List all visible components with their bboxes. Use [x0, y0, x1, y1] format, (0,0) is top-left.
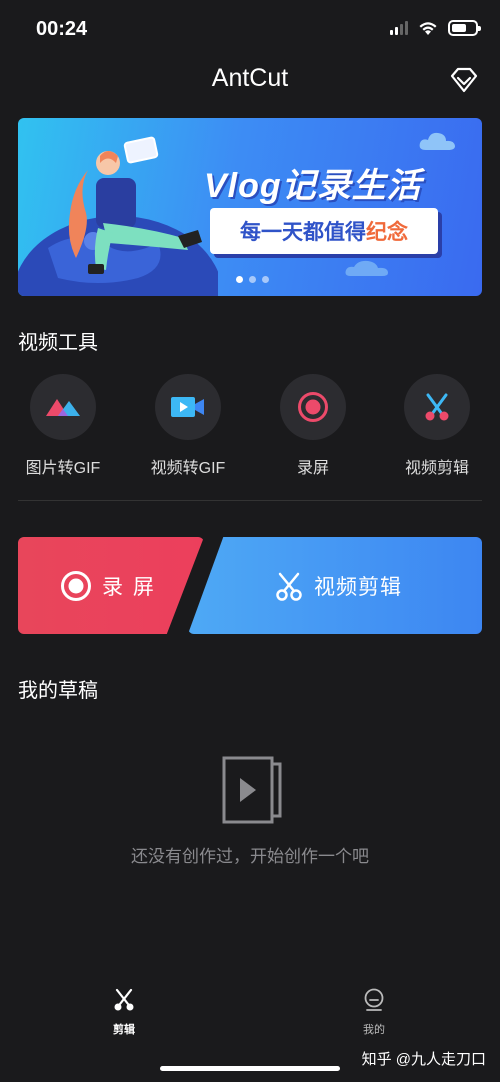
bottom-tab-bar: 剪辑 我的 — [0, 988, 500, 1048]
diamond-icon[interactable] — [448, 64, 480, 96]
edit-button-label: 视频剪辑 — [314, 575, 402, 599]
video-camera-icon — [171, 397, 204, 417]
profile-icon — [364, 988, 384, 1011]
banner-subline-main: 每一天都值得 — [240, 221, 366, 244]
tool-icon-circle — [280, 374, 346, 440]
promo-banner[interactable]: Vlog记录生活 每一天都值得 纪念 — [18, 118, 482, 296]
pagination-dot[interactable] — [262, 276, 269, 283]
status-icons — [390, 20, 481, 36]
tab-edit[interactable]: 剪辑 — [84, 988, 164, 1037]
scissors-icon — [425, 393, 449, 421]
pagination-dot[interactable] — [249, 276, 256, 283]
tab-label: 剪辑 — [113, 1024, 135, 1036]
tool-video-to-gif[interactable]: 视频转GIF — [133, 374, 243, 478]
empty-drafts-text: 还没有创作过，开始创作一个吧 — [131, 847, 369, 866]
tool-icon-circle — [155, 374, 221, 440]
action-buttons: 录 屏 视频剪辑 — [18, 537, 482, 634]
status-time: 00:24 — [36, 18, 88, 40]
tool-screen-record[interactable]: 录屏 — [258, 374, 368, 478]
record-button-label: 录 屏 — [102, 575, 156, 599]
record-icon — [61, 570, 91, 601]
image-icon — [46, 399, 80, 416]
tool-label: 视频转GIF — [150, 460, 226, 477]
tab-label: 我的 — [363, 1024, 385, 1036]
wifi-icon — [419, 21, 437, 35]
tool-label: 图片转GIF — [25, 460, 101, 477]
tool-image-to-gif[interactable]: 图片转GIF — [8, 374, 118, 478]
banner-headline: Vlog记录生活 — [204, 167, 422, 205]
tools-section-title: 视频工具 — [18, 332, 98, 354]
section-divider — [18, 500, 482, 501]
empty-video-icon — [222, 756, 282, 824]
home-indicator[interactable] — [160, 1066, 340, 1071]
banner-illustration — [18, 136, 218, 296]
record-screen-button[interactable]: 录 屏 — [18, 537, 204, 634]
drafts-empty-state — [0, 754, 500, 831]
video-edit-button[interactable]: 视频剪辑 — [188, 537, 482, 634]
tab-profile[interactable]: 我的 — [334, 988, 414, 1037]
tool-label: 视频剪辑 — [404, 460, 469, 477]
banner-subline: 每一天都值得 纪念 — [210, 208, 438, 254]
drafts-section-title: 我的草稿 — [18, 680, 98, 702]
banner-pagination — [236, 276, 269, 283]
cloud-icon — [419, 132, 455, 150]
status-bar: 00:24 — [0, 0, 500, 56]
tool-icon-circle — [404, 374, 470, 440]
scissors-icon — [276, 572, 302, 601]
battery-icon — [448, 20, 481, 36]
tool-icon-circle — [30, 374, 96, 440]
pagination-dot[interactable] — [236, 276, 243, 283]
banner-subline-accent: 纪念 — [366, 221, 408, 244]
watermark-text: 知乎 @九人走刀口 — [361, 1051, 486, 1068]
app-title: AntCut — [211, 64, 289, 92]
record-icon — [298, 392, 328, 422]
scissors-icon — [114, 988, 134, 1011]
tool-video-edit[interactable]: 视频剪辑 — [382, 374, 492, 478]
cellular-signal-icon — [390, 21, 408, 35]
cloud-icon — [345, 260, 388, 276]
tool-label: 录屏 — [296, 460, 329, 477]
